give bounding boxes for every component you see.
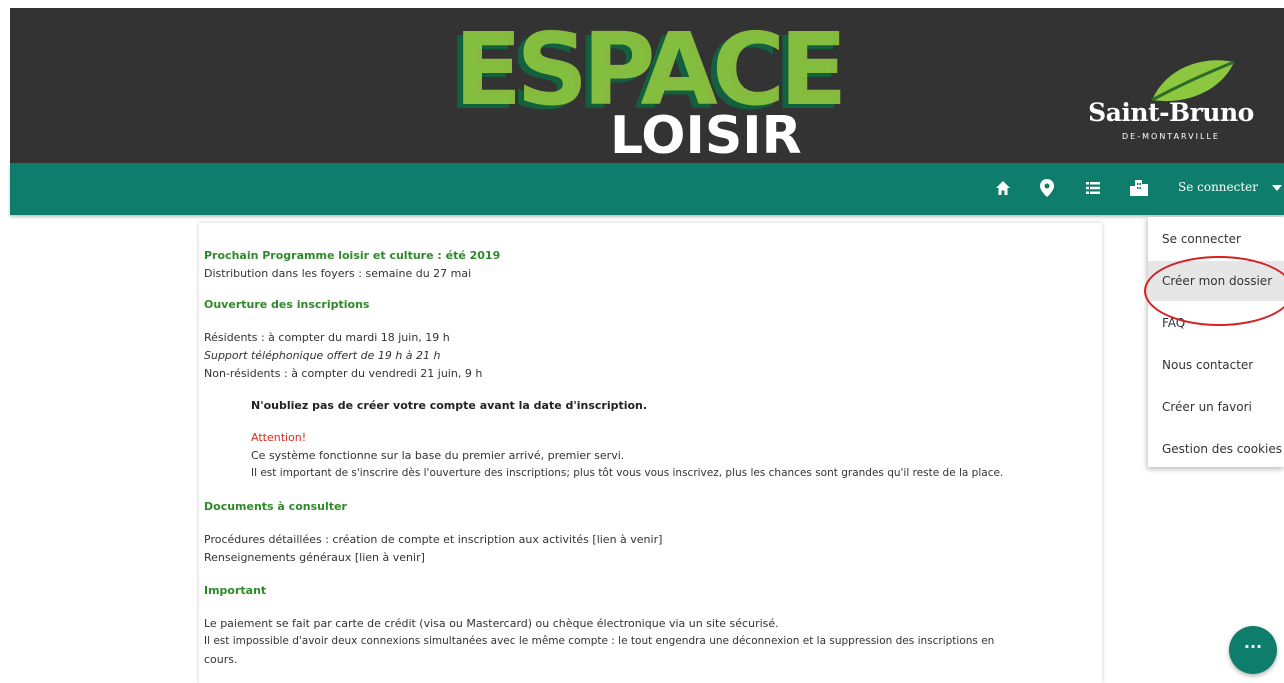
attention-label: Attention! [251, 431, 307, 444]
procedures-link-text[interactable]: Procédures détaillées : création de comp… [204, 533, 662, 546]
main-navbar: Se connecter [10, 163, 1284, 215]
login-menu-button[interactable]: Se connecter [1178, 180, 1258, 194]
distribution-text: Distribution dans les foyers : semaine d… [204, 267, 472, 280]
renseignements-link-text[interactable]: Renseignements généraux [lien à venir] [204, 551, 425, 564]
map-marker-icon[interactable] [1036, 177, 1058, 199]
support-text: Support téléphonique offert de 19 h à 21… [204, 349, 441, 362]
menu-item-gestion-des-cookies[interactable]: Gestion des cookies [1148, 429, 1284, 469]
caret-down-icon[interactable] [1272, 185, 1282, 191]
brand-name: Saint-Bruno [1088, 98, 1254, 127]
brand-subtitle: DE-MONTARVILLE [1122, 132, 1220, 141]
section-title-programme: Prochain Programme loisir et culture : é… [204, 249, 501, 262]
non-residents-text: Non-résidents : à compter du vendredi 21… [204, 367, 483, 380]
residents-text: Résidents : à compter du mardi 18 juin, … [204, 331, 450, 344]
announcement-card: Prochain Programme loisir et culture : é… [199, 223, 1102, 683]
city-icon[interactable] [1128, 177, 1150, 199]
section-title-documents: Documents à consulter [204, 500, 347, 513]
cours-text: cours. [204, 653, 238, 666]
reminder-text: N'oubliez pas de créer votre compte avan… [251, 399, 648, 412]
menu-item-creer-mon-dossier[interactable]: Créer mon dossier [1148, 261, 1284, 301]
logo-loisir: LOISIR [610, 106, 802, 158]
site-header: ESPACE ESPACE LOISIR Saint-Bruno DE-MONT… [10, 8, 1284, 163]
connexions-text: Il est impossible d'avoir deux connexion… [204, 635, 995, 647]
home-icon[interactable] [992, 177, 1014, 199]
login-dropdown-menu: Se connecter Créer mon dossier FAQ Nous … [1148, 217, 1284, 467]
important-note-text: Il est important de s'inscrire dès l'ouv… [251, 467, 1004, 479]
paiement-text: Le paiement se fait par carte de crédit … [204, 617, 779, 630]
list-icon[interactable] [1082, 177, 1104, 199]
section-title-ouverture: Ouverture des inscriptions [204, 298, 370, 311]
system-text: Ce système fonctionne sur la base du pre… [251, 449, 625, 462]
menu-item-se-connecter[interactable]: Se connecter [1148, 219, 1284, 259]
menu-item-faq[interactable]: FAQ [1148, 303, 1284, 343]
menu-item-nous-contacter[interactable]: Nous contacter [1148, 345, 1284, 385]
espace-loisir-logo[interactable]: ESPACE ESPACE LOISIR [440, 8, 860, 158]
menu-item-creer-un-favori[interactable]: Créer un favori [1148, 387, 1284, 427]
saint-bruno-brand[interactable]: Saint-Bruno DE-MONTARVILLE [1086, 56, 1256, 146]
more-options-button[interactable]: ··· [1229, 626, 1277, 674]
section-title-important: Important [204, 584, 267, 597]
